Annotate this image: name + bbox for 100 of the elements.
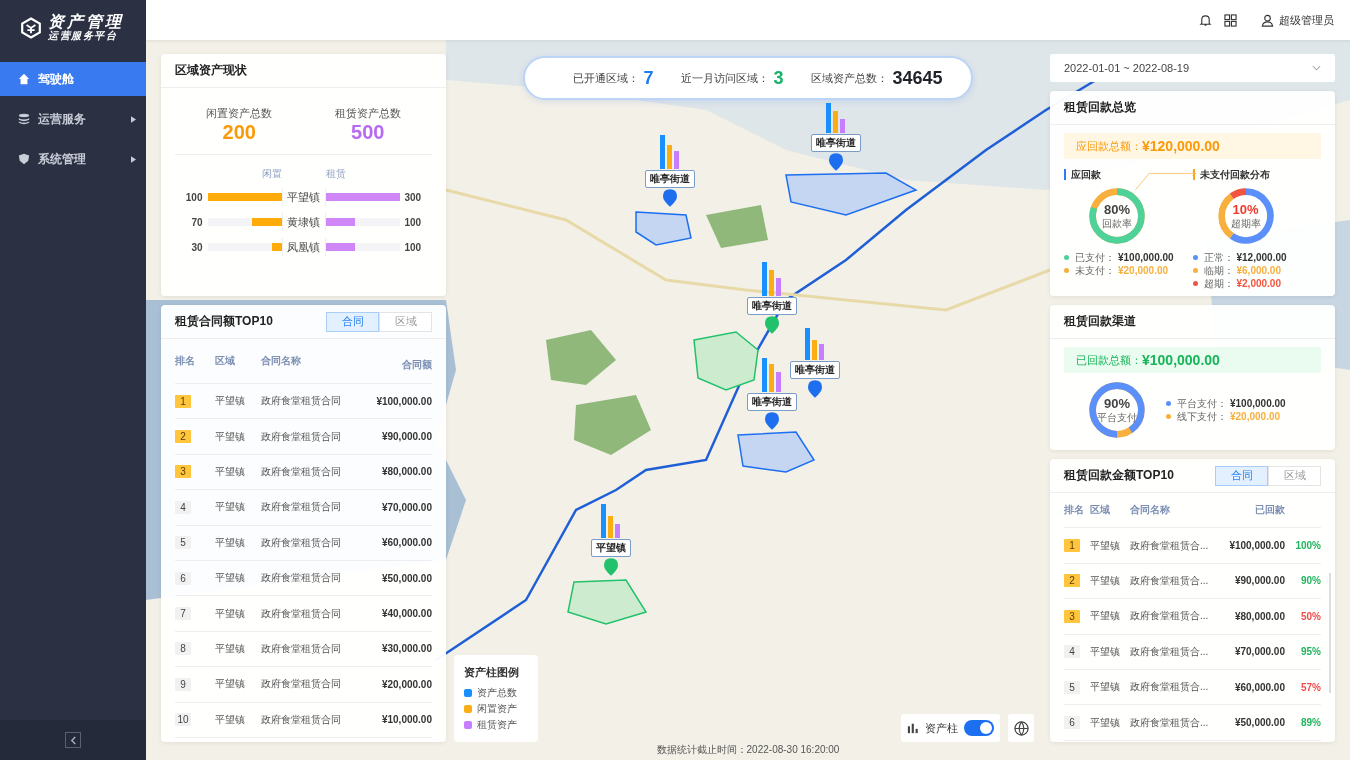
column-header: 区域 — [1090, 503, 1111, 518]
table-cell: 政府食堂租赁合同 — [261, 464, 342, 479]
marker-label[interactable]: 唯亭街道 — [747, 297, 797, 315]
map-pin-icon[interactable] — [663, 189, 677, 207]
marker-label[interactable]: 平望镇 — [591, 539, 631, 557]
town-label: 平望镇 — [281, 188, 326, 206]
column-header: 排名 — [175, 354, 196, 368]
marker-label[interactable]: 唯亭街道 — [747, 393, 797, 411]
map-pin-icon[interactable] — [604, 558, 618, 576]
rank-badge: 2 — [1064, 574, 1080, 588]
region-outline[interactable] — [785, 172, 918, 216]
rate-cell-text: 90% — [1300, 575, 1321, 587]
collapse-button[interactable] — [65, 732, 81, 748]
bell-icon[interactable] — [1199, 13, 1212, 27]
map-pin-icon[interactable] — [808, 380, 822, 398]
legend-label: 未支付： — [1075, 264, 1115, 277]
sidebar-item[interactable]: 驾驶舱 — [0, 62, 146, 96]
caret-icon — [131, 155, 136, 163]
user-name[interactable]: 超级管理员 — [1279, 12, 1334, 28]
home-icon — [18, 73, 30, 85]
rank-badge: 9 — [175, 677, 191, 691]
banner-value: ¥100,000.00 — [1142, 352, 1220, 368]
table-cell-text: 平望镇 — [215, 712, 246, 727]
marker-label[interactable]: 唯亭街道 — [811, 134, 861, 152]
table-cell-text: ¥90,000.00 — [380, 431, 432, 443]
tab[interactable]: 合同 — [326, 311, 379, 332]
toggle-switch[interactable] — [964, 720, 994, 736]
map-pin-icon[interactable] — [765, 316, 779, 334]
table-cell-text: 平望镇 — [215, 677, 246, 692]
rank-badge: 5 — [175, 536, 191, 550]
ring-percent: 90% — [1104, 397, 1130, 412]
bar-value: 100 — [185, 191, 203, 203]
card-title: 租赁回款总览 — [1050, 91, 1335, 125]
table-cell-text: ¥10,000.00 — [380, 714, 432, 726]
table-cell: 政府食堂租赁合同 — [261, 535, 342, 550]
rate-cell-text: 50% — [1300, 610, 1321, 622]
column-header: 合同额 — [401, 358, 432, 372]
rank-badge: 2 — [175, 430, 191, 444]
region-outline[interactable] — [693, 331, 759, 391]
legend-value: ¥100,000.00 — [1230, 397, 1286, 410]
table-cell: 政府食堂租赁合同 — [261, 641, 342, 656]
table-cell-text: 平望镇 — [215, 500, 246, 515]
column-header: 排名 — [1064, 503, 1085, 518]
donut-drawing — [1217, 188, 1274, 244]
map-pin-icon[interactable] — [829, 153, 843, 171]
bar-value: 300 — [404, 191, 422, 203]
bars-drawing — [761, 260, 783, 296]
idle-total-label: 闲置资产总数 — [206, 106, 273, 121]
rank-badge: 5 — [1064, 680, 1080, 694]
map-pin-icon[interactable] — [765, 412, 779, 430]
table-cell-text: 政府食堂租赁合... — [1130, 609, 1210, 624]
sidebar-item[interactable]: 运营服务 — [0, 102, 146, 136]
date-range-field[interactable]: 2022-01-01 ~ 2022-08-19 — [1050, 54, 1335, 82]
table-cell-text: 政府食堂租赁合... — [1130, 644, 1210, 659]
stat-label: 区域资产总数： — [811, 70, 889, 86]
table-cell: 政府食堂租赁合同 — [261, 712, 342, 727]
bars-drawing — [600, 502, 622, 538]
globe-button[interactable] — [1008, 714, 1034, 742]
column-header: 合同名称 — [1130, 503, 1171, 518]
table-cell-text: ¥80,000.00 — [380, 466, 432, 478]
chevron-down-icon — [1312, 65, 1321, 71]
table-cell-text: ¥40,000.00 — [380, 608, 432, 620]
park-area — [706, 205, 768, 248]
legend-label: 资产总数 — [477, 686, 517, 700]
rented-total-value: 500 — [351, 121, 385, 144]
table-cell-text: ¥50,000.00 — [380, 572, 432, 584]
stack-icon — [18, 113, 30, 125]
rank-badge: 6 — [1064, 716, 1080, 730]
table-cell-text: 平望镇 — [215, 429, 246, 444]
table-cell-text: 平望镇 — [215, 394, 246, 409]
table-cell: 政府食堂租赁合同 — [261, 429, 342, 444]
table-cell-text: ¥60,000.00 — [1233, 681, 1285, 693]
region-outline[interactable] — [635, 211, 692, 246]
table-cell-text: 平望镇 — [1090, 715, 1121, 730]
table-cell-text: 政府食堂租赁合... — [1130, 715, 1210, 730]
table-cell-text: 平望镇 — [215, 641, 246, 656]
card-title: 区域资产现状 — [161, 54, 446, 88]
table-cell-text: 平望镇 — [215, 571, 246, 586]
grid-icon[interactable] — [1224, 13, 1237, 27]
region-outline[interactable] — [737, 431, 816, 473]
table-cell-text: 平望镇 — [215, 606, 246, 621]
tab[interactable]: 合同 — [1215, 465, 1268, 486]
marker-label[interactable]: 唯亭街道 — [790, 361, 840, 379]
table-cell-text: 平望镇 — [1090, 609, 1121, 624]
rate-cell-text: 100% — [1294, 540, 1321, 552]
rank-badge: 6 — [175, 571, 191, 585]
legend-label: 临期： — [1203, 264, 1234, 277]
user-icon[interactable] — [1261, 13, 1274, 27]
table-cell-text: ¥70,000.00 — [380, 501, 432, 513]
marker-label[interactable]: 唯亭街道 — [645, 170, 695, 188]
legend-label: 超期： — [1203, 277, 1234, 290]
legend-value: ¥2,000.00 — [1236, 277, 1281, 290]
sidebar-item[interactable]: 系统管理 — [0, 142, 146, 176]
rank-badge: 7 — [175, 607, 191, 621]
ring-caption: 超期率 — [1230, 217, 1261, 229]
globe-icon — [1013, 720, 1029, 736]
region-outline[interactable] — [567, 579, 648, 625]
idle-total-value: 200 — [222, 121, 256, 144]
stat-label: 近一月访问区域： — [681, 70, 770, 86]
bar-value: 100 — [404, 241, 422, 253]
